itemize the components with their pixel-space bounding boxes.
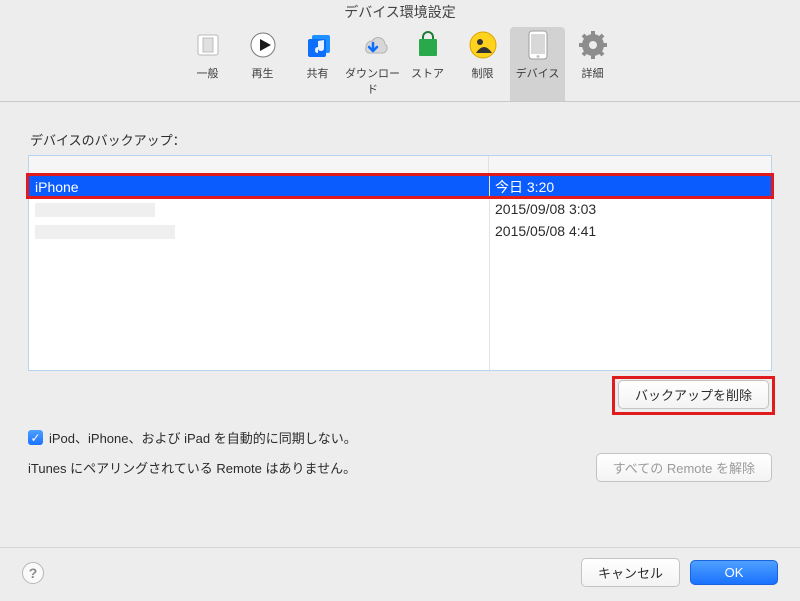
- delete-backup-button[interactable]: バックアップを削除: [618, 380, 769, 409]
- shopping-bag-icon: [412, 29, 444, 61]
- tab-advanced[interactable]: 詳細: [565, 27, 620, 101]
- sync-checkbox-label: iPod、iPhone、および iPad を自動的に同期しない。: [49, 428, 357, 447]
- tab-label: 詳細: [565, 65, 620, 81]
- ok-button[interactable]: OK: [690, 560, 778, 585]
- music-stack-icon: [302, 29, 334, 61]
- backup-date-cell: 2015/05/08 4:41: [489, 220, 771, 242]
- checkbox-icon[interactable]: ✓: [28, 430, 43, 445]
- tab-label: デバイス: [510, 65, 565, 81]
- tab-label: 共有: [290, 65, 345, 81]
- cancel-button[interactable]: キャンセル: [581, 558, 680, 587]
- backup-date-cell: 2015/09/08 3:03: [489, 198, 771, 220]
- help-button[interactable]: ?: [22, 562, 44, 584]
- remove-remotes-button: すべての Remote を解除: [596, 453, 772, 482]
- table-row[interactable]: iPhone 今日 3:20: [29, 176, 771, 198]
- toolbar: 一般 再生 共有 ダウンロード ストア: [0, 25, 800, 101]
- tab-sharing[interactable]: 共有: [290, 27, 345, 101]
- preferences-window: デバイス環境設定 一般 再生 共有 ダウンロード: [0, 0, 800, 601]
- tab-restrictions[interactable]: 制限: [455, 27, 510, 101]
- parental-icon: [467, 29, 499, 61]
- device-icon: [522, 29, 554, 61]
- sync-checkbox-row[interactable]: ✓ iPod、iPhone、および iPad を自動的に同期しない。: [28, 428, 772, 447]
- tab-general[interactable]: 一般: [180, 27, 235, 101]
- table-row[interactable]: 2015/05/08 4:41: [29, 220, 771, 242]
- backup-date-cell: 今日 3:20: [489, 176, 771, 198]
- tab-label: 一般: [180, 65, 235, 81]
- tab-devices[interactable]: デバイス: [510, 27, 565, 101]
- backup-table[interactable]: iPhone 今日 3:20 2015/09/08 3:03 2015/05/0…: [28, 155, 772, 371]
- content-area: デバイスのバックアップ： iPhone 今日 3:20 2015/09/08 3…: [0, 102, 800, 482]
- tab-label: ストア: [400, 65, 455, 81]
- play-icon: [247, 29, 279, 61]
- tab-label: 再生: [235, 65, 290, 81]
- gear-icon: [577, 29, 609, 61]
- tab-store[interactable]: ストア: [400, 27, 455, 101]
- tab-label: 制限: [455, 65, 510, 81]
- footer: ? キャンセル OK: [0, 547, 800, 601]
- backup-name-cell: iPhone: [29, 176, 489, 198]
- backup-table-header: [29, 156, 771, 176]
- cloud-download-icon: [357, 29, 389, 61]
- window-title: デバイス環境設定: [0, 0, 800, 25]
- slider-icon: [192, 29, 224, 61]
- backup-name-cell: [29, 198, 489, 220]
- tab-playback[interactable]: 再生: [235, 27, 290, 101]
- backup-name-cell: [29, 220, 489, 242]
- tab-downloads[interactable]: ダウンロード: [345, 27, 400, 101]
- tab-label: ダウンロード: [345, 65, 400, 97]
- remote-status-text: iTunes にペアリングされている Remote はありません。: [28, 458, 356, 477]
- table-row[interactable]: 2015/09/08 3:03: [29, 198, 771, 220]
- backup-section-label: デバイスのバックアップ：: [30, 130, 772, 149]
